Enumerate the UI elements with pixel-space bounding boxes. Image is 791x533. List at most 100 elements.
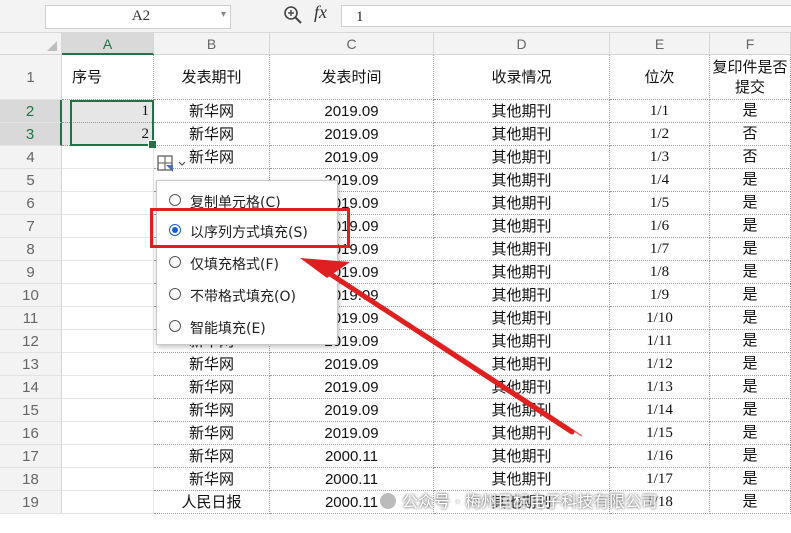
cell-f[interactable]: 是 [710, 100, 791, 123]
cell-f[interactable]: 是 [710, 376, 791, 399]
cell-a[interactable] [62, 468, 154, 491]
cell-d[interactable]: 其他期刊 [434, 330, 610, 353]
row-header[interactable]: 14 [0, 376, 62, 399]
cell-f[interactable]: 是 [710, 169, 791, 192]
cell-d[interactable]: 其他期刊 [434, 445, 610, 468]
row-header[interactable]: 18 [0, 468, 62, 491]
header-cell[interactable]: 序号 [62, 55, 154, 100]
cell-f[interactable]: 是 [710, 491, 791, 514]
row-header[interactable]: 6 [0, 192, 62, 215]
cell-b[interactable]: 新华网 [154, 422, 270, 445]
column-header-b[interactable]: B [154, 33, 270, 55]
cell-d[interactable]: 其他期刊 [434, 261, 610, 284]
cell-a[interactable]: 1 [62, 100, 154, 123]
cell-c[interactable]: 2019.09 [270, 353, 434, 376]
column-header-a[interactable]: A [62, 33, 154, 55]
column-header-d[interactable]: D [434, 33, 610, 55]
option-fill-without-formatting[interactable]: 不带格式填充(O) [157, 280, 337, 310]
chevron-down-icon[interactable]: ▾ [221, 9, 226, 20]
cell-b[interactable]: 新华网 [154, 376, 270, 399]
row-header[interactable]: 8 [0, 238, 62, 261]
cell-a[interactable] [62, 330, 154, 353]
cell-e[interactable]: 1/10 [610, 307, 710, 330]
cell-c[interactable]: 2019.09 [270, 146, 434, 169]
cell-e[interactable]: 1/9 [610, 284, 710, 307]
cell-c[interactable]: 2000.11 [270, 445, 434, 468]
row-header[interactable]: 9 [0, 261, 62, 284]
cell-e[interactable]: 1/5 [610, 192, 710, 215]
cell-a[interactable] [62, 261, 154, 284]
row-header[interactable]: 7 [0, 215, 62, 238]
row-header[interactable]: 19 [0, 491, 62, 514]
cell-d[interactable]: 其他期刊 [434, 284, 610, 307]
cell-d[interactable]: 其他期刊 [434, 100, 610, 123]
autofill-options-icon[interactable] [155, 153, 189, 175]
cell-d[interactable]: 其他期刊 [434, 376, 610, 399]
cell-f[interactable]: 是 [710, 192, 791, 215]
header-cell[interactable]: 位次 [610, 55, 710, 100]
cell-d[interactable]: 其他期刊 [434, 192, 610, 215]
column-header-e[interactable]: E [610, 33, 710, 55]
cell-e[interactable]: 1/4 [610, 169, 710, 192]
row-header[interactable]: 5 [0, 169, 62, 192]
cell-d[interactable]: 其他期刊 [434, 215, 610, 238]
cell-e[interactable]: 1/3 [610, 146, 710, 169]
row-header[interactable]: 2 [0, 100, 62, 123]
cell-b[interactable]: 新华网 [154, 353, 270, 376]
cell-e[interactable]: 1/16 [610, 445, 710, 468]
radio-icon[interactable] [169, 194, 181, 206]
row-header[interactable]: 1 [0, 55, 62, 100]
cell-c[interactable]: 2019.09 [270, 399, 434, 422]
cell-f[interactable]: 是 [710, 307, 791, 330]
cell-d[interactable]: 其他期刊 [434, 399, 610, 422]
header-cell[interactable]: 收录情况 [434, 55, 610, 100]
cell-a[interactable] [62, 215, 154, 238]
cell-f[interactable]: 是 [710, 399, 791, 422]
cell-b[interactable]: 新华网 [154, 445, 270, 468]
cell-b[interactable]: 新华网 [154, 468, 270, 491]
cell-a[interactable] [62, 445, 154, 468]
cell-e[interactable]: 1/11 [610, 330, 710, 353]
cell-e[interactable]: 1/14 [610, 399, 710, 422]
cell-e[interactable]: 1/2 [610, 123, 710, 146]
header-cell[interactable]: 复印件是否提交 [710, 55, 791, 100]
zoom-icon[interactable] [283, 5, 303, 25]
cell-b[interactable]: 人民日报 [154, 491, 270, 514]
cell-f[interactable]: 是 [710, 422, 791, 445]
cell-f[interactable]: 是 [710, 468, 791, 491]
cell-e[interactable]: 1/8 [610, 261, 710, 284]
cell-d[interactable]: 其他期刊 [434, 146, 610, 169]
cell-a[interactable] [62, 399, 154, 422]
cell-a[interactable] [62, 491, 154, 514]
cell-f[interactable]: 否 [710, 123, 791, 146]
cell-f[interactable]: 否 [710, 146, 791, 169]
row-header[interactable]: 16 [0, 422, 62, 445]
cell-f[interactable]: 是 [710, 284, 791, 307]
row-header[interactable]: 12 [0, 330, 62, 353]
row-header[interactable]: 4 [0, 146, 62, 169]
cell-f[interactable]: 是 [710, 330, 791, 353]
option-fill-formatting-only[interactable]: 仅填充格式(F) [157, 248, 337, 278]
cell-a[interactable] [62, 307, 154, 330]
cell-f[interactable]: 是 [710, 215, 791, 238]
cell-c[interactable]: 2019.09 [270, 123, 434, 146]
row-header[interactable]: 11 [0, 307, 62, 330]
cell-e[interactable]: 1/15 [610, 422, 710, 445]
column-header-f[interactable]: F [710, 33, 791, 55]
header-cell[interactable]: 发表时间 [270, 55, 434, 100]
cell-f[interactable]: 是 [710, 261, 791, 284]
cell-a[interactable] [62, 192, 154, 215]
select-all-corner[interactable] [0, 33, 62, 55]
cell-f[interactable]: 是 [710, 445, 791, 468]
cell-d[interactable]: 其他期刊 [434, 169, 610, 192]
row-header[interactable]: 17 [0, 445, 62, 468]
cell-a[interactable]: 2 [62, 123, 154, 146]
row-header[interactable]: 3 [0, 123, 62, 146]
cell-d[interactable]: 其他期刊 [434, 353, 610, 376]
cell-a[interactable] [62, 169, 154, 192]
radio-icon[interactable] [169, 288, 181, 300]
cell-a[interactable] [62, 353, 154, 376]
cell-c[interactable]: 2019.09 [270, 422, 434, 445]
cell-d[interactable]: 其他期刊 [434, 123, 610, 146]
cell-e[interactable]: 1/12 [610, 353, 710, 376]
